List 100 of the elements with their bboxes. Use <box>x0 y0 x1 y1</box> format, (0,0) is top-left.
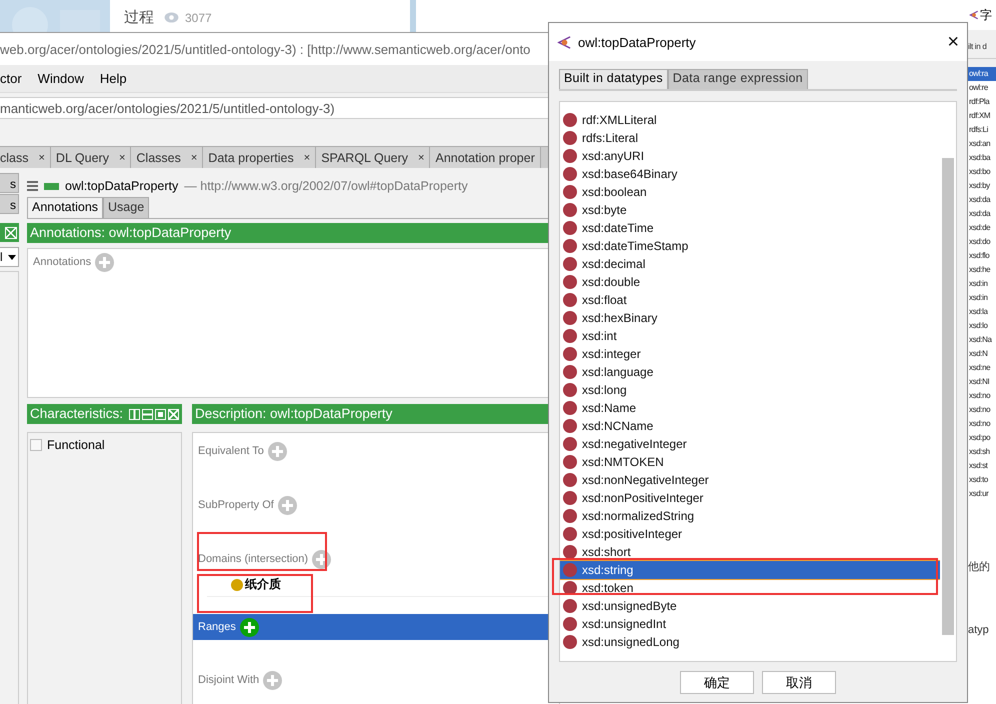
list-item[interactable]: xsd:string <box>560 561 940 579</box>
list-item[interactable]: xsd:integer <box>560 345 940 363</box>
add-icon[interactable] <box>240 618 259 636</box>
section-row[interactable]: SubProperty Of <box>193 492 559 518</box>
close-button[interactable]: × <box>947 30 959 54</box>
close-icon[interactable] <box>168 408 179 420</box>
tab[interactable]: Data properties × <box>203 147 316 168</box>
close-icon[interactable] <box>5 226 17 238</box>
list-item[interactable]: xsd:short <box>560 543 940 561</box>
split-vertical-icon[interactable] <box>129 408 140 420</box>
list-item[interactable]: xsd:da <box>968 193 996 207</box>
list-item[interactable]: xsd:an <box>968 137 996 151</box>
list-item[interactable]: xsd:double <box>560 273 940 291</box>
list-item[interactable]: xsd:unsignedLong <box>560 633 940 651</box>
section-row[interactable]: Domains (intersection) <box>193 546 559 572</box>
list-item[interactable]: xsd:la <box>968 305 996 319</box>
list-item[interactable]: xsd:byte <box>560 201 940 219</box>
list-item[interactable]: xsd:no <box>968 389 996 403</box>
tab[interactable]: s <box>0 173 19 193</box>
list-item[interactable]: xsd:dateTime <box>560 219 940 237</box>
list-item[interactable]: xsd:token <box>560 579 940 597</box>
list-item[interactable]: xsd:Name <box>560 399 940 417</box>
list-item[interactable]: rdf:XMLLiteral <box>560 111 940 129</box>
menu-item[interactable]: ctor <box>0 71 22 86</box>
close-icon[interactable]: × <box>38 152 45 164</box>
list-item[interactable]: xsd:long <box>560 381 940 399</box>
list-item[interactable]: xsd:to <box>968 473 996 487</box>
tab[interactable]: Classes × <box>131 147 204 168</box>
list-item[interactable]: xsd:bo <box>968 165 996 179</box>
list-item[interactable]: rdfs:Literal <box>560 129 940 147</box>
list-item[interactable]: xsd:po <box>968 431 996 445</box>
list-item[interactable]: xsd:anyURI <box>560 147 940 165</box>
tab[interactable]: Built in datatypes <box>559 69 668 89</box>
list-item[interactable]: xsd:normalizedString <box>560 507 940 525</box>
section-row[interactable]: Equivalent To <box>193 438 559 464</box>
list-item[interactable]: xsd:base64Binary <box>560 165 940 183</box>
list-item[interactable]: xsd:do <box>968 235 996 249</box>
list-item[interactable]: xsd:dateTimeStamp <box>560 237 940 255</box>
list-item[interactable]: xsd:NMTOKEN <box>560 453 940 471</box>
list-item[interactable]: owl:re <box>968 81 996 95</box>
list-item[interactable]: xsd:flo <box>968 249 996 263</box>
close-icon[interactable]: × <box>118 152 126 164</box>
list-item[interactable]: xsd:nonNegativeInteger <box>560 471 940 489</box>
close-icon[interactable]: × <box>190 152 198 164</box>
list-item[interactable]: xsd:N <box>968 347 996 361</box>
list-item[interactable]: xsd:ur <box>968 487 996 501</box>
list-item[interactable]: rdf:XM <box>968 109 996 123</box>
tab[interactable]: Data range expression <box>668 69 808 89</box>
dropdown[interactable]: l <box>0 247 19 267</box>
checkbox[interactable] <box>30 439 42 451</box>
menu-item[interactable]: Help <box>100 71 127 86</box>
article-title[interactable]: 过程 <box>124 8 154 27</box>
list-item[interactable]: xsd:no <box>968 403 996 417</box>
list-item[interactable]: xsd:hexBinary <box>560 309 940 327</box>
tab[interactable]: s <box>0 194 19 214</box>
list-item[interactable]: xsd:ba <box>968 151 996 165</box>
list-item[interactable]: xsd:ne <box>968 361 996 375</box>
list-item[interactable]: owl:ra <box>968 67 996 81</box>
list-item[interactable]: xsd:sh <box>968 445 996 459</box>
split-horizontal-icon[interactable] <box>142 408 153 420</box>
list-item[interactable]: 纸介质 <box>245 576 281 593</box>
list-item[interactable]: xsd:Na <box>968 333 996 347</box>
tab[interactable]: DL Query × <box>50 147 132 168</box>
tab[interactable]: ilt in d <box>968 42 996 59</box>
tab[interactable]: Usage <box>103 197 150 218</box>
section-row[interactable]: Disjoint With <box>193 667 559 693</box>
list-item[interactable]: xsd:NCName <box>560 417 940 435</box>
tab[interactable]: Annotations <box>27 197 104 218</box>
list-item[interactable]: xsd:negativeInteger <box>560 435 940 453</box>
list-item[interactable]: xsd:de <box>968 221 996 235</box>
list-item[interactable]: rdf:Pla <box>968 95 996 109</box>
list-item[interactable]: xsd:by <box>968 179 996 193</box>
list-item[interactable]: xsd:NI <box>968 375 996 389</box>
maximize-icon[interactable] <box>155 408 166 420</box>
list-item[interactable]: xsd:in <box>968 277 996 291</box>
menu-icon[interactable] <box>27 181 38 191</box>
tab[interactable]: SPARQL Query × <box>316 147 430 168</box>
list-item[interactable]: xsd:float <box>560 291 940 309</box>
list-item[interactable]: xsd:int <box>560 327 940 345</box>
tab[interactable]: class × <box>0 147 51 168</box>
list-item[interactable]: xsd:boolean <box>560 183 940 201</box>
close-icon[interactable]: × <box>418 152 424 164</box>
list-item[interactable]: xsd:language <box>560 363 940 381</box>
list-item[interactable]: xsd:decimal <box>560 255 940 273</box>
list-item[interactable]: xsd:st <box>968 459 996 473</box>
list-item[interactable]: xsd:nonPositiveInteger <box>560 489 940 507</box>
tab[interactable]: Annotation proper <box>430 147 541 168</box>
menu-item[interactable]: Window <box>38 71 84 86</box>
list-item[interactable]: xsd:positiveInteger <box>560 525 940 543</box>
list-item[interactable]: xsd:da <box>968 207 996 221</box>
list-item[interactable]: rdfs:Li <box>968 123 996 137</box>
list-item[interactable]: xsd:no <box>968 417 996 431</box>
dialog-button[interactable]: 确定 <box>680 671 754 694</box>
list-item[interactable]: xsd:unsignedInt <box>560 615 940 633</box>
list-item[interactable]: xsd:lo <box>968 319 996 333</box>
list-item[interactable]: xsd:in <box>968 291 996 305</box>
close-icon[interactable]: × <box>304 152 310 164</box>
dialog-button[interactable]: 取消 <box>762 671 836 694</box>
list-item[interactable]: xsd:unsignedByte <box>560 597 940 615</box>
list-item[interactable]: xsd:he <box>968 263 996 277</box>
